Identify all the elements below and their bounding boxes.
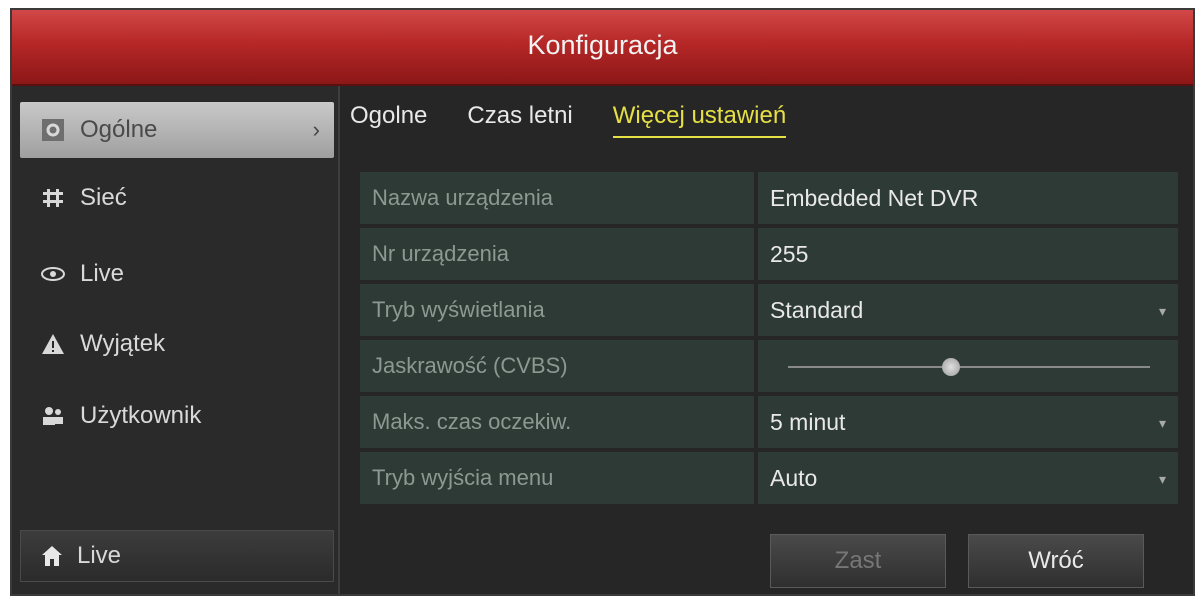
max-wait-label: Maks. czas oczekiw. xyxy=(360,396,754,448)
config-window: Konfiguracja Ogólne › Sieć Live Wyjątek … xyxy=(10,8,1195,596)
device-number-label: Nr urządzenia xyxy=(360,228,754,280)
device-name-field[interactable]: Embedded Net DVR xyxy=(758,172,1178,224)
live-button-label: Live xyxy=(77,542,122,569)
device-name-label: Nazwa urządzenia xyxy=(360,172,754,224)
display-mode-label: Tryb wyświetlania xyxy=(360,284,754,336)
settings-table: Nazwa urządzenia Embedded Net DVR Nr urz… xyxy=(360,172,1178,508)
slider-thumb[interactable] xyxy=(941,358,960,376)
table-row: Nazwa urządzenia Embedded Net DVR xyxy=(360,172,1178,224)
tab-bar: Ogolne Czas letni Więcej ustawień xyxy=(350,102,787,138)
sidebar: Ogólne › Sieć Live Wyjątek Użytkownik Li… xyxy=(12,86,340,594)
chevron-down-icon: ▾ xyxy=(1158,471,1166,488)
network-icon xyxy=(40,185,66,211)
sidebar-item-live[interactable]: Live xyxy=(20,246,334,302)
display-mode-value: Standard xyxy=(770,296,864,323)
apply-button[interactable]: Zast xyxy=(770,534,946,588)
sidebar-item-label: Live xyxy=(80,260,125,287)
main-panel: Ogolne Czas letni Więcej ustawień Nazwa … xyxy=(340,86,1193,594)
sidebar-item-user[interactable]: Użytkownik xyxy=(20,388,334,444)
users-icon xyxy=(40,403,66,429)
chevron-down-icon: ▾ xyxy=(1158,415,1166,432)
table-row: Tryb wyjścia menu Auto ▾ xyxy=(360,452,1178,504)
sidebar-item-exception[interactable]: Wyjątek xyxy=(20,316,334,372)
menu-output-value: Auto xyxy=(770,464,818,491)
window-title: Konfiguracja xyxy=(12,10,1193,86)
sidebar-item-network[interactable]: Sieć xyxy=(20,170,334,226)
sidebar-item-label: Wyjątek xyxy=(80,330,166,357)
sidebar-item-general[interactable]: Ogólne › xyxy=(20,102,334,158)
home-icon xyxy=(41,545,63,567)
menu-output-select[interactable]: Auto ▾ xyxy=(758,452,1178,504)
tab-dst[interactable]: Czas letni xyxy=(467,102,572,138)
chevron-right-icon: › xyxy=(312,117,320,142)
device-number-field[interactable]: 255 xyxy=(758,228,1178,280)
back-button[interactable]: Wróć xyxy=(968,534,1144,588)
table-row: Maks. czas oczekiw. 5 minut ▾ xyxy=(360,396,1178,448)
warning-icon xyxy=(40,331,66,357)
eye-icon xyxy=(40,261,66,287)
action-buttons: Zast Wróć xyxy=(770,534,1144,588)
tab-more-settings[interactable]: Więcej ustawień xyxy=(612,102,787,138)
max-wait-value: 5 minut xyxy=(770,408,846,435)
chevron-down-icon: ▾ xyxy=(1158,303,1166,320)
max-wait-select[interactable]: 5 minut ▾ xyxy=(758,396,1178,448)
settings-icon xyxy=(40,117,66,143)
table-row: Tryb wyświetlania Standard ▾ xyxy=(360,284,1178,336)
sidebar-item-label: Ogólne xyxy=(80,116,158,143)
menu-output-label: Tryb wyjścia menu xyxy=(360,452,754,504)
brightness-label: Jaskrawość (CVBS) xyxy=(360,340,754,392)
sidebar-item-label: Użytkownik xyxy=(80,402,202,429)
live-button[interactable]: Live xyxy=(20,530,334,582)
slider-track xyxy=(788,358,1150,376)
table-row: Nr urządzenia 255 xyxy=(360,228,1178,280)
table-row: Jaskrawość (CVBS) xyxy=(360,340,1178,392)
brightness-slider[interactable] xyxy=(758,340,1178,392)
display-mode-select[interactable]: Standard ▾ xyxy=(758,284,1178,336)
sidebar-item-label: Sieć xyxy=(80,184,127,211)
tab-general[interactable]: Ogolne xyxy=(350,102,427,138)
